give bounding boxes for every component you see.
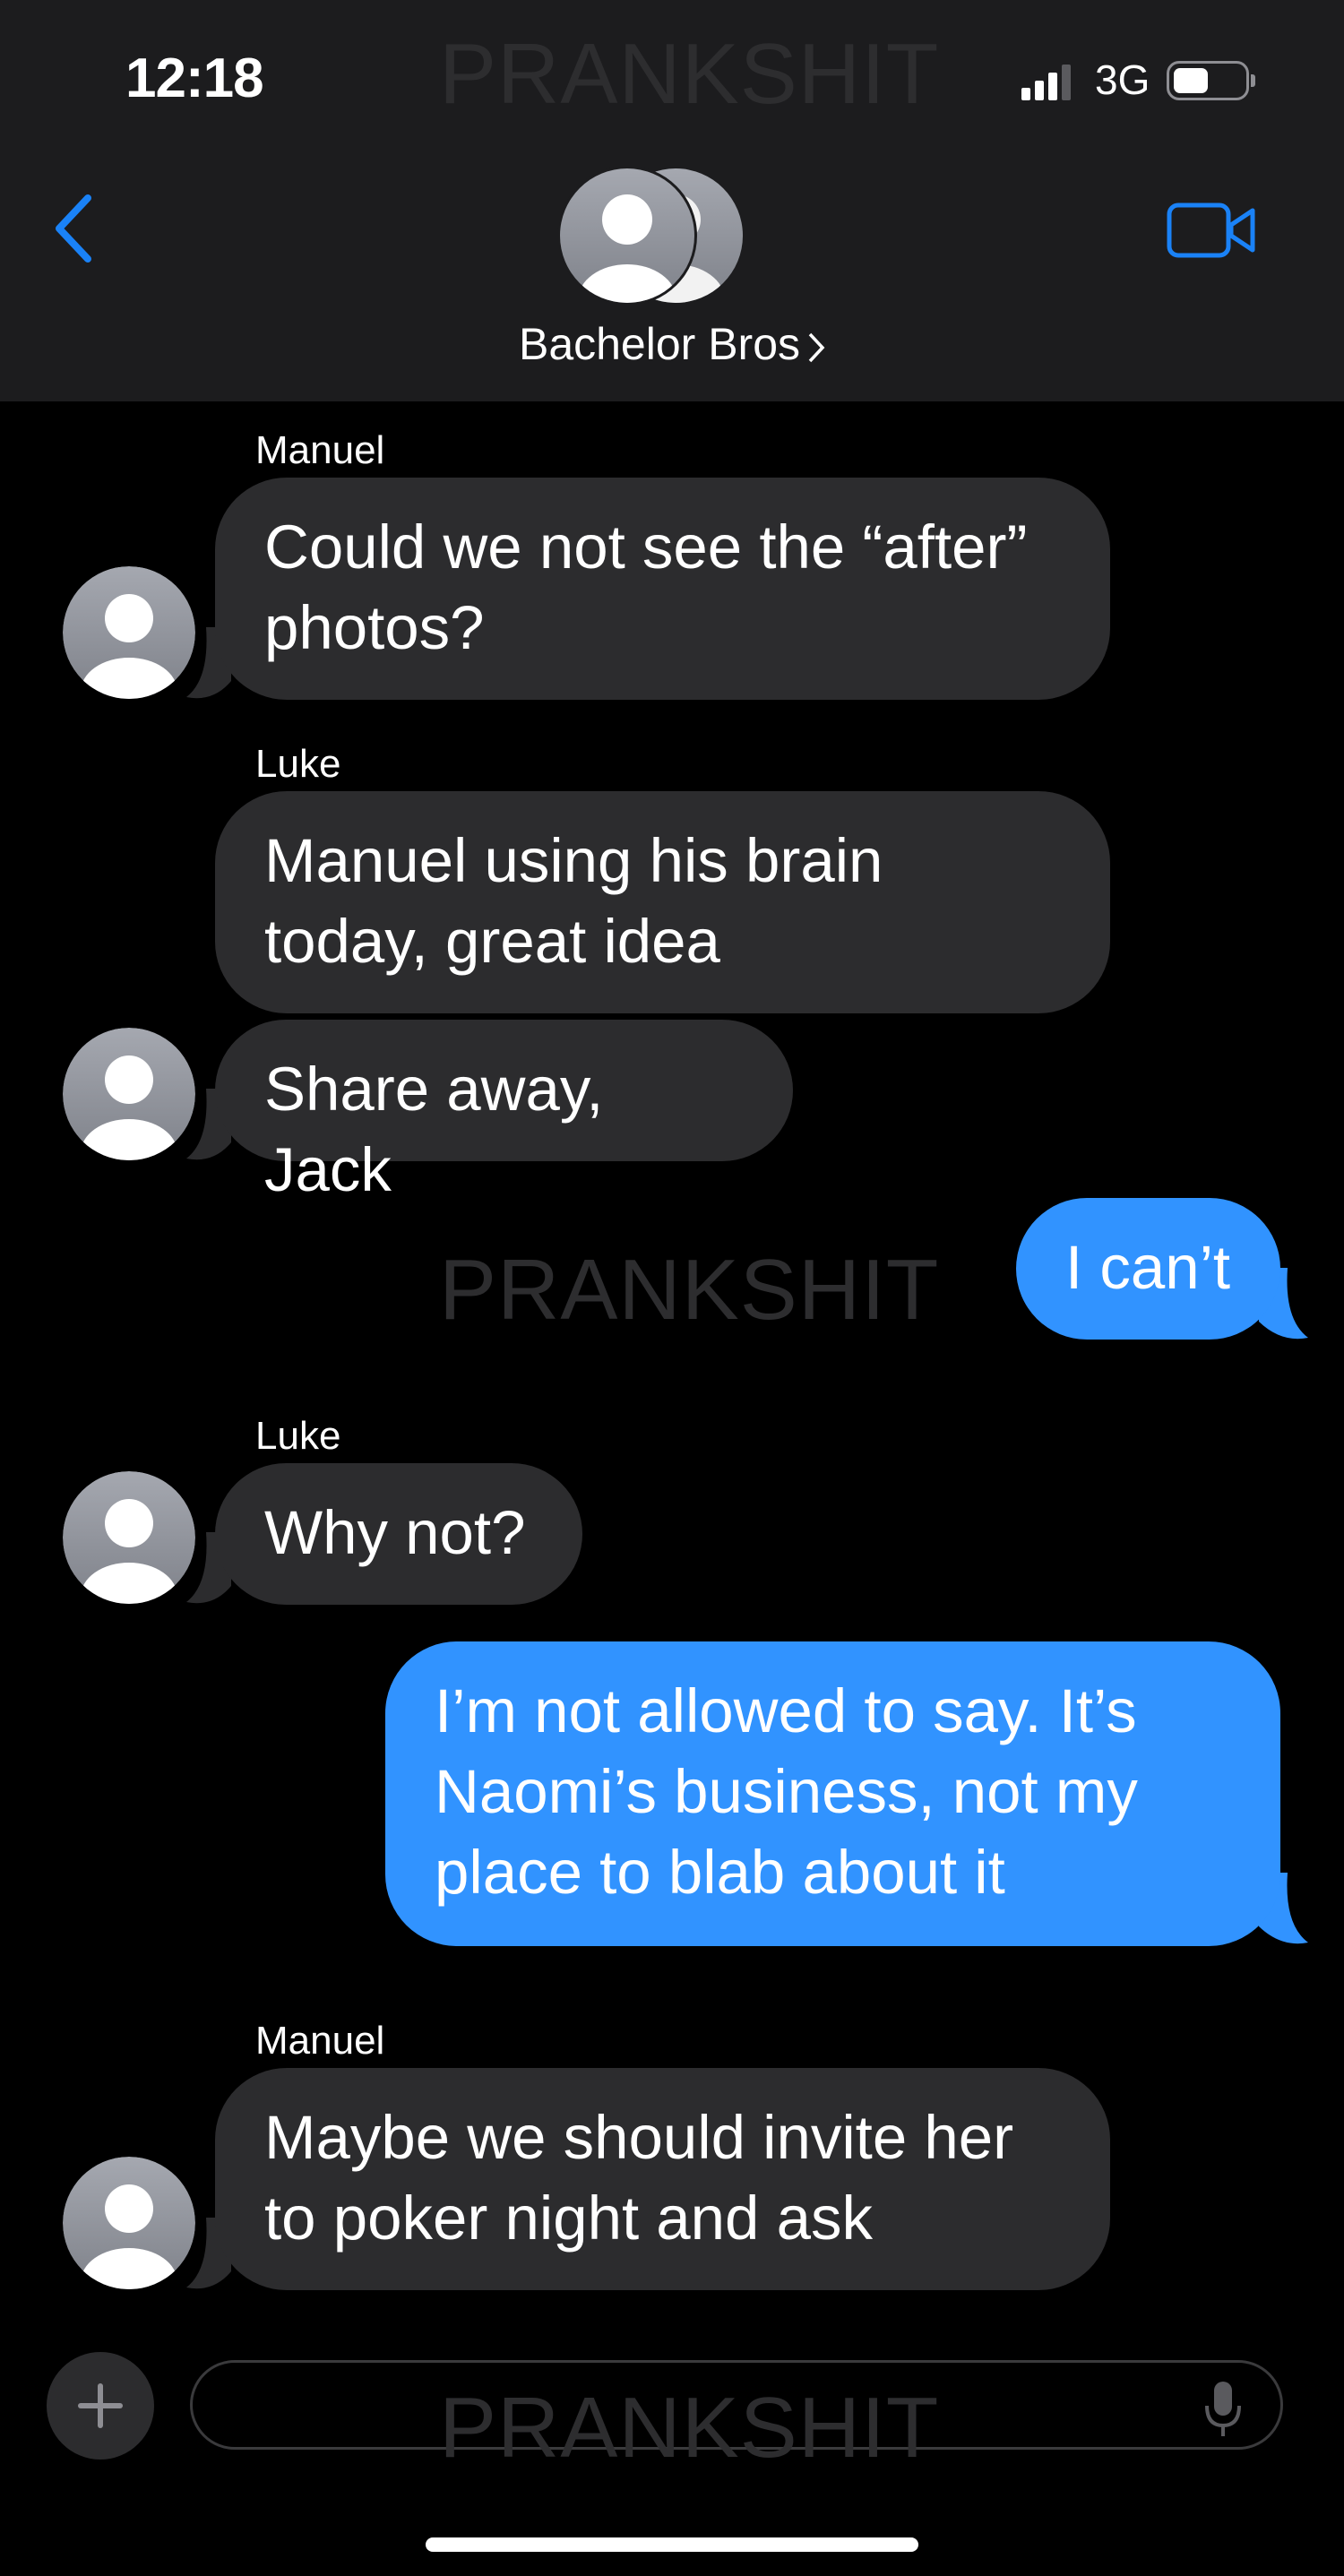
chevron-right-icon xyxy=(808,332,825,362)
signal-icon xyxy=(1021,65,1071,100)
message-input[interactable] xyxy=(228,2381,1182,2433)
person-icon xyxy=(63,2157,195,2289)
message-bubble[interactable]: Maybe we should invite her to poker nigh… xyxy=(215,2068,1110,2290)
avatar[interactable] xyxy=(63,566,195,699)
battery-icon xyxy=(1167,61,1255,100)
group-name: Bachelor Bros xyxy=(518,319,801,369)
home-indicator[interactable] xyxy=(426,2537,918,2552)
message-bubble[interactable]: Manuel using his brain today, great idea xyxy=(215,791,1110,1013)
person-icon xyxy=(63,1471,195,1604)
message-input-field[interactable] xyxy=(190,2360,1283,2450)
status-time: 12:18 xyxy=(125,47,264,109)
message-bubble[interactable]: Could we not see the “after” photos? xyxy=(215,478,1110,700)
video-camera-icon[interactable] xyxy=(1167,202,1256,259)
conversation-header: 12:18 3G Bachelor Bros xyxy=(0,0,1344,401)
person-icon xyxy=(63,566,195,699)
watermark: PRANKSHIT xyxy=(439,1242,940,1338)
apps-plus-button[interactable] xyxy=(47,2352,154,2460)
microphone-icon[interactable] xyxy=(1201,2379,1245,2442)
person-icon xyxy=(63,1028,195,1160)
avatar[interactable] xyxy=(63,1028,195,1160)
sender-name: Manuel xyxy=(255,2019,385,2063)
group-name-button[interactable]: Bachelor Bros xyxy=(0,318,1344,370)
sender-name: Luke xyxy=(255,1414,341,1458)
message-bubble[interactable]: I’m not allowed to say. It’s Naomi’s bus… xyxy=(385,1641,1280,1946)
sender-name: Manuel xyxy=(255,428,385,472)
avatar[interactable] xyxy=(63,2157,195,2289)
plus-icon xyxy=(78,2383,123,2428)
message-bubble[interactable]: I can’t xyxy=(1016,1198,1280,1340)
back-chevron-icon[interactable] xyxy=(52,193,97,264)
group-avatar-icon[interactable] xyxy=(557,166,745,305)
avatar[interactable] xyxy=(63,1471,195,1604)
message-bubble[interactable]: Why not? xyxy=(215,1463,582,1605)
message-bubble[interactable]: Share away, Jack xyxy=(215,1020,793,1204)
sender-name: Luke xyxy=(255,742,341,786)
network-type: 3G xyxy=(1095,56,1150,103)
